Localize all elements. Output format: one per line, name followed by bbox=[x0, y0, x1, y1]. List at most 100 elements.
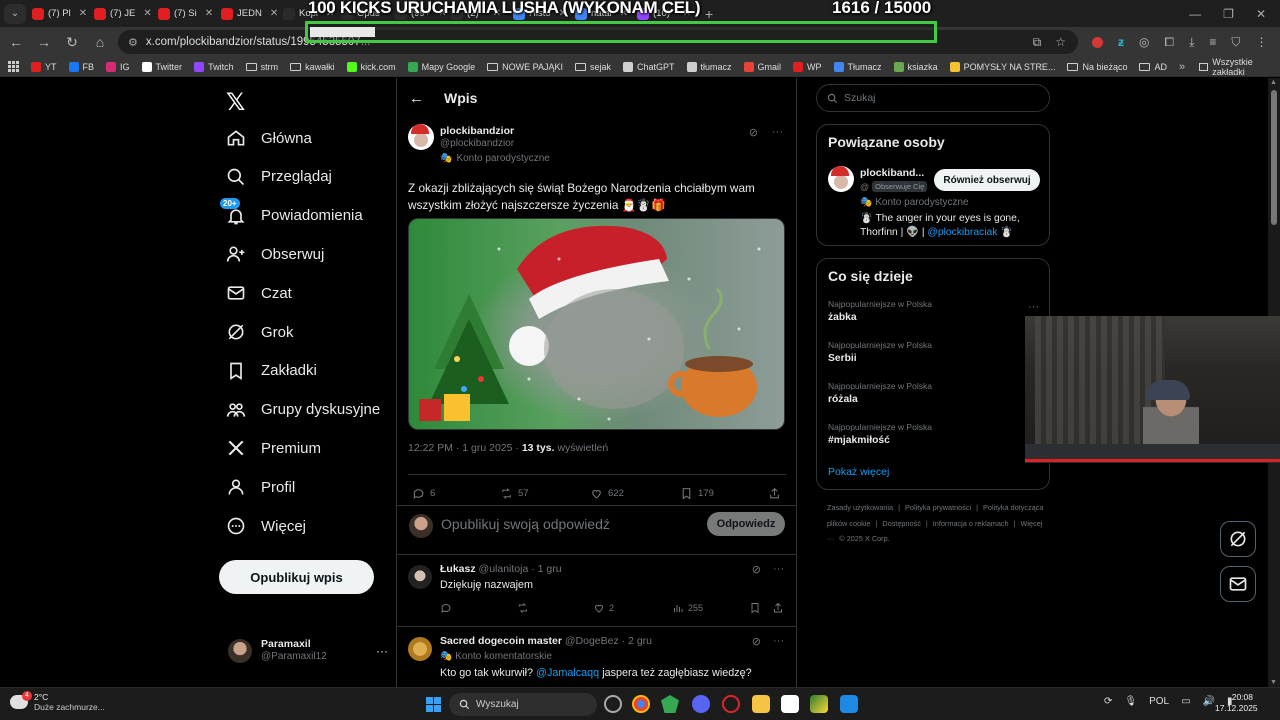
scroll-down-icon[interactable]: ▼ bbox=[1270, 679, 1277, 686]
reply-avatar[interactable] bbox=[408, 565, 432, 589]
views-button[interactable]: 255 bbox=[672, 602, 703, 614]
bookmark-item[interactable]: ChatGPT bbox=[623, 61, 675, 72]
tweet-more-icon[interactable]: ··· bbox=[772, 126, 783, 139]
reply-item[interactable]: Łukasz @ulanitoja · 1 gru ⊘ ··· Dziękuję … bbox=[397, 555, 796, 627]
nav-item-grok[interactable]: Grok bbox=[226, 322, 294, 342]
show-more-link[interactable]: Pokaż więcej bbox=[828, 466, 889, 478]
refresh-tray-icon[interactable]: ⟳ bbox=[1104, 696, 1112, 707]
related-name[interactable]: plockiband... bbox=[860, 167, 930, 179]
volume-icon[interactable]: 🔊 bbox=[1203, 696, 1215, 707]
trend-item[interactable]: Najpopularniejsze w Polska żabka bbox=[828, 299, 932, 323]
maximize-icon[interactable]: ❐ bbox=[1223, 7, 1234, 21]
trend-item[interactable]: Najpopularniejsze w Polska różala bbox=[828, 381, 932, 405]
nav-item-x[interactable]: Premium bbox=[226, 438, 321, 458]
footer-link[interactable]: Informacja o reklamach bbox=[933, 519, 1009, 528]
reply-author-handle[interactable]: @DogeBez bbox=[565, 635, 619, 647]
app-icon[interactable] bbox=[661, 695, 679, 713]
trend-item[interactable]: Najpopularniejsze w Polska Serbii bbox=[828, 340, 932, 364]
reply-more-icon[interactable]: ··· bbox=[773, 635, 784, 648]
browser-menu-icon[interactable]: ⋮ bbox=[1255, 35, 1267, 49]
reply-button[interactable] bbox=[440, 602, 452, 614]
opera-icon[interactable] bbox=[722, 695, 740, 713]
back-arrow-icon[interactable]: ← bbox=[409, 90, 424, 107]
trend-item[interactable]: Najpopularniejsze w Polska #mjakmiłość bbox=[828, 422, 932, 446]
reply-date[interactable]: · 2 gru bbox=[622, 635, 652, 647]
taskbar-clock[interactable]: 20:08 17.12.2025 bbox=[1215, 692, 1258, 715]
tab-close-icon[interactable]: ✕ bbox=[266, 8, 277, 19]
x-logo-icon[interactable]: 𝕏 bbox=[226, 88, 245, 117]
back-arrow-icon[interactable]: ← bbox=[4, 30, 28, 54]
nav-item-bookmark[interactable]: Zakładki bbox=[226, 361, 317, 381]
nav-item-communities[interactable]: Grupy dyskusyjne bbox=[226, 400, 380, 420]
bookmark-item[interactable]: strm bbox=[245, 62, 278, 72]
star-icon[interactable]: ☆ bbox=[1055, 35, 1066, 50]
reply-author-name[interactable]: Sacred dogecoin master bbox=[440, 635, 562, 647]
bookmark-item[interactable]: IG bbox=[106, 61, 130, 72]
reply-author-name[interactable]: Łukasz bbox=[440, 563, 476, 575]
reply-submit-button[interactable]: Odpowiedz bbox=[707, 512, 785, 536]
home-page-icon[interactable]: ⌂ bbox=[88, 30, 112, 54]
tweet-author-handle[interactable]: @plockibandzior bbox=[440, 138, 514, 149]
bookmark-item[interactable]: sejak bbox=[574, 62, 611, 72]
tweet-author-avatar[interactable] bbox=[408, 124, 434, 150]
tab-close-icon[interactable]: ✕ bbox=[201, 8, 213, 19]
reply-more-icon[interactable]: ··· bbox=[773, 563, 784, 576]
site-info-icon[interactable]: ⚙ bbox=[128, 36, 138, 49]
app-icon[interactable] bbox=[781, 695, 799, 713]
nav-item-more[interactable]: Więcej bbox=[226, 516, 306, 536]
follow-back-button[interactable]: Również obserwuj bbox=[934, 169, 1040, 191]
download-icon[interactable]: ⤓ bbox=[1189, 35, 1194, 50]
tab-search-button[interactable]: ⌄ bbox=[4, 3, 26, 24]
bookmark-item[interactable]: Twitter bbox=[141, 61, 182, 72]
browser-tab[interactable]: (7) Si ✕ bbox=[152, 0, 215, 27]
mic-icon[interactable]: 🎙 bbox=[1124, 696, 1137, 707]
browser-tab[interactable]: (7) Pl ✕ bbox=[26, 0, 88, 27]
bookmark-item[interactable]: Tłumacz bbox=[833, 61, 882, 72]
forward-arrow-icon[interactable]: → bbox=[32, 30, 56, 54]
related-handle[interactable]: @ bbox=[860, 182, 869, 192]
bookmark-item[interactable]: NOWE PAJĄKI bbox=[487, 62, 563, 72]
notepad-icon[interactable] bbox=[840, 695, 858, 713]
post-button[interactable]: Opublikuj wpis bbox=[219, 560, 374, 594]
new-tab-button[interactable]: + bbox=[705, 6, 713, 22]
tab-close-icon[interactable]: ✕ bbox=[139, 8, 151, 19]
profile-shield-icon[interactable]: ⛉ bbox=[1231, 35, 1240, 50]
file-explorer-icon[interactable] bbox=[752, 695, 770, 713]
bookmark-item[interactable]: POMYSŁY NA STRE... bbox=[949, 61, 1055, 72]
reply-author-handle[interactable]: @ulanitoja bbox=[479, 563, 529, 575]
reply-item[interactable]: Sacred dogecoin master @DogeBez · 2 gru … bbox=[397, 627, 796, 687]
share-button[interactable] bbox=[768, 487, 781, 500]
reply-avatar[interactable] bbox=[408, 637, 432, 661]
browser-tab[interactable]: JEDN ✕ bbox=[215, 0, 277, 27]
minimize-icon[interactable]: — bbox=[1189, 7, 1201, 21]
grok-floating-button[interactable] bbox=[1220, 521, 1256, 557]
tweet-time[interactable]: 12:22 PM · 1 gru 2025 · bbox=[408, 442, 519, 454]
language-indicator[interactable]: POL bbox=[1149, 696, 1169, 707]
bookmark-item[interactable]: Gmail bbox=[743, 61, 781, 72]
start-button[interactable] bbox=[426, 697, 441, 712]
record-extension-icon[interactable] bbox=[1092, 36, 1103, 48]
bookmark-item[interactable]: YT bbox=[31, 61, 57, 72]
tweet-author-name[interactable]: plockibandzior bbox=[440, 125, 514, 137]
nav-item-home[interactable]: Główna bbox=[226, 128, 312, 148]
nav-item-profile[interactable]: Profil bbox=[226, 477, 295, 497]
tweet-image[interactable] bbox=[408, 218, 785, 430]
grok-explain-icon[interactable]: ⊘ bbox=[752, 563, 761, 576]
reply-input[interactable]: Opublikuj swoją odpowiedź bbox=[441, 516, 610, 532]
discord-icon[interactable] bbox=[692, 695, 710, 713]
bookmark-item[interactable]: Twitch bbox=[194, 61, 234, 72]
translate-extension-icon[interactable]: ƶ bbox=[1118, 35, 1124, 49]
repost-button[interactable] bbox=[517, 602, 529, 614]
account-switcher[interactable]: Paramaxil @Paramaxil12 ··· bbox=[228, 638, 388, 664]
bookmark-item[interactable]: AD bbox=[1139, 62, 1167, 72]
search-input[interactable]: Szukaj bbox=[816, 84, 1050, 112]
bookmark-item[interactable]: WP bbox=[793, 61, 822, 72]
apps-grid-icon[interactable] bbox=[8, 61, 19, 72]
scroll-up-icon[interactable]: ▲ bbox=[1270, 79, 1277, 86]
like-button[interactable]: 2 bbox=[593, 602, 614, 614]
bookmark-item[interactable]: Mapy Google bbox=[407, 61, 475, 72]
scrollbar-thumb[interactable] bbox=[1271, 90, 1277, 225]
taskbar-search[interactable]: Wyszukaj bbox=[449, 693, 597, 716]
nav-item-search[interactable]: Przeglądaj bbox=[226, 167, 332, 187]
extension-icon[interactable]: ◎ bbox=[1139, 35, 1149, 49]
